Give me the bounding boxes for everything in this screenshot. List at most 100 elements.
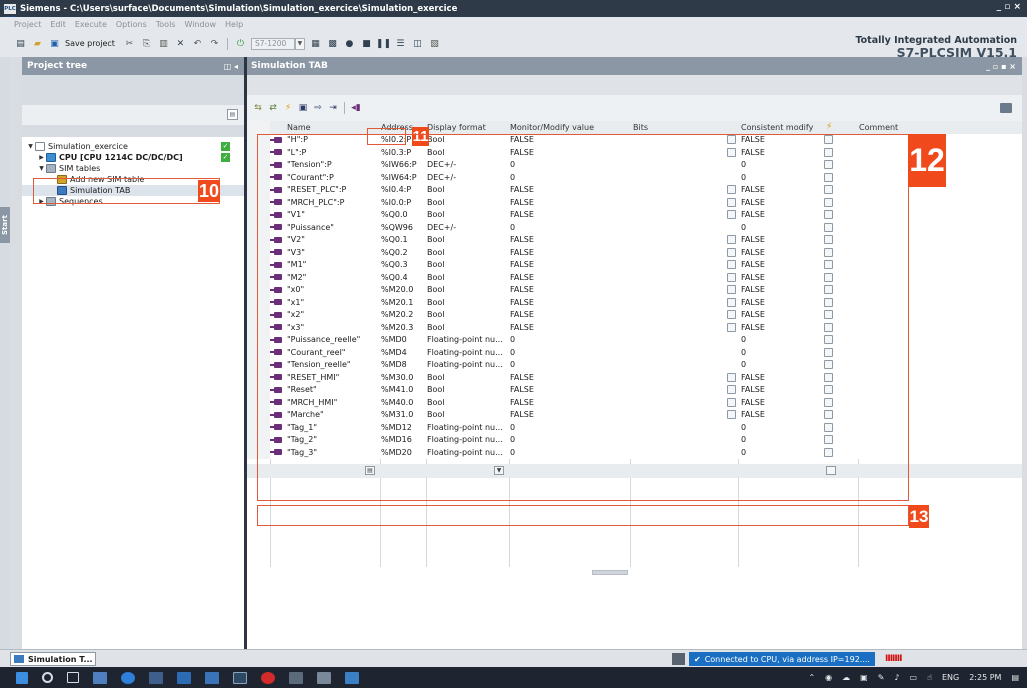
sim-table-task[interactable]: Simulation T... <box>10 652 96 666</box>
doc-icon <box>35 142 45 151</box>
device-config-icon[interactable]: ▩ <box>326 37 339 50</box>
menu-item-window[interactable]: Window <box>184 20 216 29</box>
search-icon[interactable] <box>42 672 53 683</box>
run-icon[interactable]: ● <box>343 37 356 50</box>
mail-icon[interactable] <box>205 671 219 684</box>
annotation-label-13: 13 <box>909 505 929 528</box>
layout-horizontal-icon[interactable]: ☰ <box>394 37 407 50</box>
expand-arrow-icon[interactable]: ▼ <box>26 143 35 150</box>
column-comment[interactable]: Comment <box>859 121 1019 134</box>
copy-icon[interactable]: ⎘ <box>140 37 153 50</box>
menu-item-edit[interactable]: Edit <box>50 20 66 29</box>
panel-collapse-icon[interactable]: ◫ ◂ <box>224 62 238 71</box>
tree-view-icon[interactable]: ▤ <box>227 109 238 120</box>
opera-icon[interactable] <box>261 671 275 684</box>
add-row-icon[interactable]: ⇥ <box>327 102 339 114</box>
project-tree-toolbar: ▤ <box>22 105 244 125</box>
sim-table-icon <box>14 655 24 663</box>
modify-now-icon[interactable]: ⚡ <box>282 102 294 114</box>
network-icon[interactable]: ◉ <box>825 673 832 682</box>
pen-icon[interactable]: ✎ <box>878 673 885 682</box>
redo-icon[interactable]: ↷ <box>208 37 221 50</box>
horizontal-scrollbar[interactable] <box>592 570 628 575</box>
clock[interactable]: 2:25 PM <box>969 673 1001 682</box>
menu-item-help[interactable]: Help <box>225 20 243 29</box>
menu-item-tools[interactable]: Tools <box>156 20 176 29</box>
status-check-icon: ✓ <box>221 153 230 162</box>
column-name[interactable]: Name <box>287 121 379 134</box>
open-project-icon[interactable]: ▰ <box>31 37 44 50</box>
column-consistent-modify[interactable]: Consistent modify <box>741 121 825 134</box>
cpu-combo[interactable]: S7-1200 <box>250 37 295 50</box>
monitor-icon[interactable] <box>672 653 685 665</box>
touch-icon[interactable]: ☝ <box>927 673 932 682</box>
chevron-up-icon[interactable]: ⌃ <box>808 673 815 682</box>
project-tree-panel: Project tree ◫ ◂ ▤ ▼ Simulation_exercice ✓… <box>22 57 244 649</box>
save-snapshot-icon[interactable]: ⇄ <box>267 102 279 114</box>
status-check-icon: ✓ <box>221 142 230 151</box>
panel-window-controls[interactable]: _ ▫ ▪ × <box>986 62 1016 71</box>
project-tree-spacer <box>22 75 244 105</box>
menu-item-execute[interactable]: Execute <box>75 20 107 29</box>
column-bits[interactable]: Bits <box>633 121 733 134</box>
menu-item-options[interactable]: Options <box>116 20 147 29</box>
folder-icon <box>46 164 56 173</box>
chevron-down-icon[interactable]: ▼ <box>294 37 305 50</box>
illustrator-icon[interactable] <box>233 671 247 684</box>
start-strip: Start <box>0 57 10 649</box>
task-view-icon[interactable] <box>67 672 79 683</box>
connection-label: Connected to CPU, via address IP=192.... <box>704 654 870 664</box>
app-icon[interactable] <box>93 671 107 684</box>
table-settings-icon[interactable] <box>1000 103 1012 113</box>
save-icon[interactable]: ▣ <box>48 37 61 50</box>
sim-table-toolbar: ⇆ ⇄ ⚡ ▣ ⇨ ⇥ ◂▮ <box>247 95 1022 121</box>
power-icon[interactable]: ⏻ <box>234 37 247 50</box>
store-icon[interactable] <box>177 671 191 684</box>
stop-icon[interactable]: ■ <box>360 37 373 50</box>
pause-icon[interactable]: ❚❚ <box>376 37 391 50</box>
plcsim-icon[interactable] <box>317 671 331 684</box>
tree-item-label: Simulation_exercice <box>48 142 128 151</box>
battery-icon[interactable]: ▭ <box>910 673 918 682</box>
language-indicator[interactable]: ENG <box>942 673 959 682</box>
window-controls[interactable]: _ ▫ × <box>997 2 1021 12</box>
load-snapshot-icon[interactable]: ⇆ <box>252 102 264 114</box>
volume-icon[interactable]: ♪ <box>894 673 899 682</box>
insert-row-icon[interactable]: ⇨ <box>312 102 324 114</box>
menu-item-project[interactable]: Project <box>14 20 41 29</box>
column-monitor-modify[interactable]: Monitor/Modify value <box>510 121 628 134</box>
toggle-icon[interactable]: ▧ <box>428 37 441 50</box>
tree-item[interactable]: ▼ SIM tables <box>22 163 244 174</box>
header-gutter <box>247 121 270 134</box>
paste-icon[interactable]: ▥ <box>157 37 170 50</box>
expand-arrow-icon[interactable]: ▼ <box>37 165 46 172</box>
delete-icon[interactable]: ✕ <box>174 37 187 50</box>
system-tray: ⌃ ◉ ☁ ▣ ✎ ♪ ▭ ☝ ENG 2:25 PM ▤ <box>808 667 1019 688</box>
collapse-arrow-icon[interactable]: ▶ <box>37 154 46 161</box>
tag-icon[interactable]: ◂▮ <box>350 102 362 114</box>
tree-item[interactable]: ▼ Simulation_exercice ✓ <box>22 141 244 152</box>
status-bar: Simulation T... ✔ Connected to CPU, via … <box>0 649 1027 667</box>
new-project-icon[interactable]: ▤ <box>14 37 27 50</box>
files-icon[interactable] <box>149 671 163 684</box>
project-tree-header: Project tree ◫ ◂ <box>22 57 244 75</box>
notifications-icon[interactable]: ▤ <box>1011 673 1019 682</box>
tia-portal-icon[interactable] <box>289 671 303 684</box>
photos-icon[interactable] <box>345 671 359 684</box>
windows-taskbar: ⌃ ◉ ☁ ▣ ✎ ♪ ▭ ☝ ENG 2:25 PM ▤ <box>0 667 1027 688</box>
windows-start-icon[interactable] <box>16 671 28 684</box>
layout-vertical-icon[interactable]: ◫ <box>411 37 424 50</box>
edge-icon[interactable] <box>121 671 135 684</box>
cut-icon[interactable]: ✂ <box>123 37 136 50</box>
column-display-format[interactable]: Display format <box>427 121 509 134</box>
display-icon[interactable]: ▣ <box>860 673 868 682</box>
undo-icon[interactable]: ↶ <box>191 37 204 50</box>
start-tab[interactable]: Start <box>0 207 10 243</box>
tree-item[interactable]: ▶ CPU [CPU 1214C DC/DC/DC] ✓ <box>22 152 244 163</box>
cloud-icon[interactable]: ☁ <box>842 673 850 682</box>
device-icon[interactable]: ▦ <box>309 37 322 50</box>
lightning-icon: ⚡ <box>826 122 833 133</box>
save-project-button[interactable]: Save project <box>65 39 115 48</box>
enable-modify-icon[interactable]: ▣ <box>297 102 309 114</box>
title-bar: PLC SIM Siemens - C:\Users\surface\Docum… <box>0 0 1027 22</box>
